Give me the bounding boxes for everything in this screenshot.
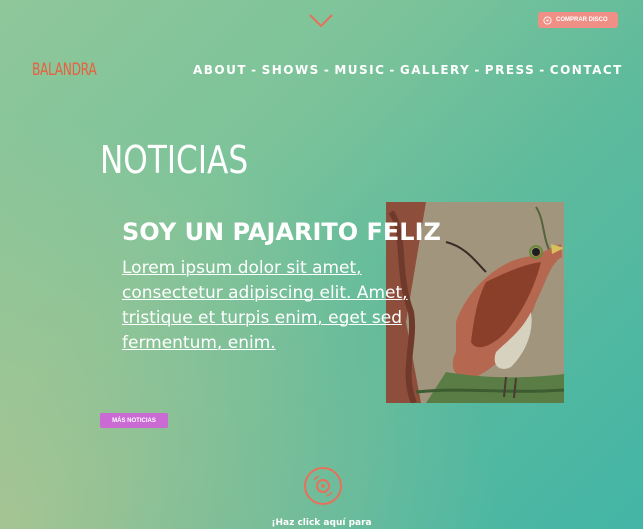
- chevron-down-icon[interactable]: [308, 12, 334, 30]
- buy-disc-label: COMPRAR DISCO: [556, 17, 608, 23]
- main-nav: ABOUT - SHOWS - MUSIC - GALLERY - PRESS …: [193, 63, 623, 77]
- post-title[interactable]: SOY UN PAJARITO FELIZ: [122, 218, 441, 246]
- nav-separator: -: [474, 63, 481, 77]
- nav-item-about[interactable]: ABOUT: [193, 63, 247, 77]
- more-news-button[interactable]: MÁS NOTICIAS: [100, 413, 168, 428]
- nav-item-shows[interactable]: SHOWS: [262, 63, 320, 77]
- nav-item-contact[interactable]: CONTACT: [550, 63, 623, 77]
- nav-separator: -: [539, 63, 546, 77]
- vinyl-disc-icon[interactable]: [303, 466, 343, 506]
- disc-caption[interactable]: ¡Haz click aquí para: [0, 518, 643, 528]
- post-excerpt-link[interactable]: Lorem ipsum dolor sit amet, consectetur …: [122, 256, 412, 356]
- buy-disc-button[interactable]: COMPRAR DISCO: [538, 12, 618, 28]
- nav-item-gallery[interactable]: GALLERY: [400, 63, 470, 77]
- disc-icon: [543, 15, 552, 25]
- nav-separator: -: [323, 63, 331, 77]
- site-logo[interactable]: BALANDRA: [32, 60, 97, 80]
- nav-separator: -: [389, 63, 396, 77]
- nav-separator: -: [251, 63, 258, 77]
- section-title: NOTICIAS: [100, 138, 249, 182]
- nav-item-press[interactable]: PRESS: [485, 63, 535, 77]
- nav-item-music[interactable]: MUSIC: [334, 63, 385, 77]
